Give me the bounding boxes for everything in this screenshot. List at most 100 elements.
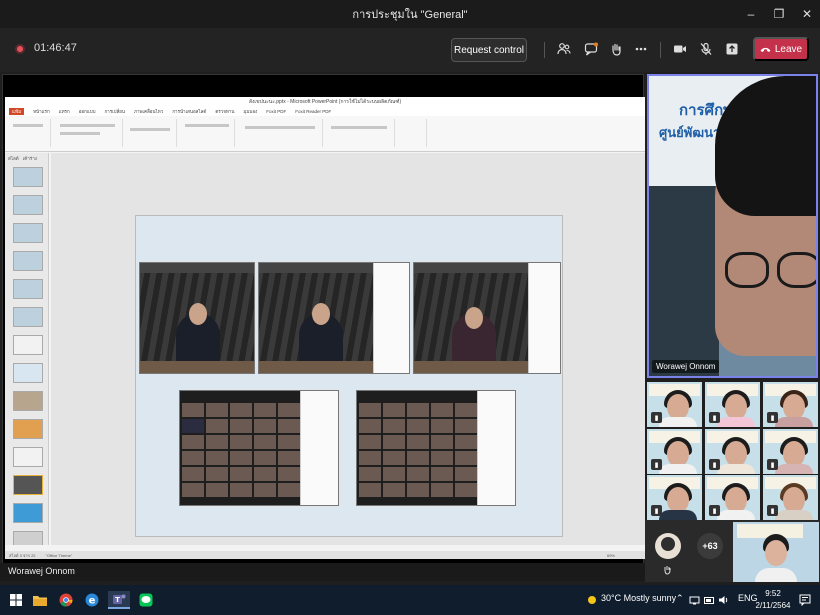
window-controls: – ❐ ✕	[744, 0, 814, 28]
battery-icon[interactable]	[703, 591, 715, 609]
slide-thumbnail	[13, 391, 43, 411]
system-clock[interactable]: 9:52 2/11/2564	[752, 588, 794, 612]
ribbon-control	[245, 126, 315, 129]
meeting-toolbar: 01:46:47 Request control Leave	[0, 28, 820, 72]
pin-icon: ▮	[767, 459, 778, 470]
ppt-tab: Foxit Reader PDF	[295, 109, 332, 114]
ppt-tab: ออกแบบ	[78, 109, 96, 114]
thumbnail-tabs: สไลด์ เค้าร่าง	[5, 153, 48, 163]
ppt-tab: ภาพเคลื่อนไหว	[134, 109, 164, 114]
notification-icon[interactable]	[798, 591, 812, 609]
slide-photo	[179, 390, 339, 506]
more-participants-badge[interactable]: +63	[697, 533, 723, 559]
ribbon-control	[331, 126, 387, 129]
teams-icon[interactable]: T	[108, 591, 130, 609]
slide-thumbnail	[13, 223, 43, 243]
presenter-name-bar: Worawej Onnom	[0, 563, 646, 581]
participant-tile[interactable]	[733, 522, 819, 582]
ppt-tab: หน้าแรก	[33, 109, 50, 114]
start-menu-icon[interactable]	[8, 591, 24, 609]
minimize-icon[interactable]: –	[744, 7, 758, 21]
pin-icon: ▮	[767, 505, 778, 516]
recording-icon	[15, 44, 25, 54]
participant-tile[interactable]: ▮	[705, 429, 760, 474]
ppt-tab: มุมมอง	[243, 109, 258, 114]
slide-edit-area	[51, 153, 645, 545]
participant-tile[interactable]: ▮	[763, 429, 818, 474]
background-panel	[649, 186, 719, 376]
toolbar-divider	[544, 42, 545, 58]
ppt-title-bar: สังเขปนะนะ.pptx - Microsoft PowerPoint (…	[5, 97, 645, 107]
close-icon[interactable]: ✕	[800, 7, 814, 21]
chat-icon[interactable]	[582, 40, 600, 58]
slide-thumbnails-pane: สไลด์ เค้าร่าง	[5, 153, 49, 545]
slide-thumbnail	[13, 335, 43, 355]
raise-hand-icon[interactable]	[607, 40, 625, 58]
mic-off-icon[interactable]	[697, 40, 715, 58]
ppt-file-title: สังเขปนะนะ.pptx - Microsoft PowerPoint (…	[248, 99, 402, 105]
slide-thumbnail	[13, 531, 43, 545]
pin-icon: ▮	[651, 412, 662, 423]
participant-tile[interactable]: ▮	[647, 429, 702, 474]
ppt-tab: ตรวจทาน	[215, 109, 235, 114]
request-control-button[interactable]: Request control	[451, 38, 527, 62]
windows-taskbar: e T 30°C Mostly sunny ⌃ ENG 9:52 2/11/25…	[0, 585, 820, 615]
participant-tile[interactable]: ▮	[705, 475, 760, 520]
shared-screen[interactable]: สังเขปนะนะ.pptx - Microsoft PowerPoint (…	[2, 74, 645, 564]
leave-button[interactable]: Leave	[753, 37, 809, 61]
ribbon-control	[130, 128, 170, 131]
ribbon-group	[125, 119, 177, 147]
glasses-icon	[777, 252, 816, 288]
slide-thumbnail	[13, 195, 43, 215]
file-explorer-icon[interactable]	[32, 591, 48, 609]
weather-sun-icon[interactable]	[585, 591, 599, 609]
participant-tile[interactable]: ▮	[647, 475, 702, 520]
ppt-tab: แทรก	[58, 109, 70, 114]
weather-text[interactable]: 30°C Mostly sunny	[601, 593, 676, 603]
theme-name: "Office Theme"	[45, 552, 73, 558]
slide-thumbnail	[13, 419, 43, 439]
clock-time: 9:52	[765, 589, 781, 598]
participant-tile[interactable]: ▮	[763, 382, 818, 427]
current-slide	[135, 215, 563, 537]
slide-thumbnail	[13, 279, 43, 299]
line-app-icon[interactable]	[138, 591, 154, 609]
maximize-icon[interactable]: ❐	[772, 7, 786, 21]
edge-icon[interactable]: e	[84, 591, 100, 609]
ribbon-group	[325, 119, 395, 147]
ppt-status-bar: สไลด์ 3 จาก 22 "Office Theme" 69%	[5, 551, 645, 559]
slide-photo	[356, 390, 516, 506]
pin-icon: ▮	[709, 505, 720, 516]
phone-hangup-icon	[760, 47, 771, 52]
pin-icon: ▮	[709, 412, 720, 423]
ribbon-control	[60, 132, 100, 135]
slide-photo	[413, 262, 561, 374]
participant-tile[interactable]: ▮	[705, 382, 760, 427]
chrome-icon[interactable]	[58, 591, 74, 609]
ribbon-group	[397, 119, 427, 147]
people-icon[interactable]	[555, 40, 573, 58]
more-icon[interactable]	[632, 40, 650, 58]
slide-counter: สไลด์ 3 จาก 22	[9, 552, 36, 558]
pin-icon: ▮	[709, 459, 720, 470]
participant-avatar[interactable]	[655, 533, 681, 559]
ppt-ribbon-tabs: แฟ้ม หน้าแรก แทรก ออกแบบ การเปลี่ยน ภาพเ…	[5, 107, 645, 116]
participant-tile[interactable]: ▮	[647, 382, 702, 427]
thumb-tab-outline: เค้าร่าง	[22, 155, 37, 161]
volume-icon[interactable]	[717, 591, 729, 609]
ppt-tab: การเปลี่ยน	[104, 109, 125, 114]
glasses-icon	[725, 252, 769, 288]
thumb-tab-slides: สไลด์	[8, 155, 19, 161]
participant-tile[interactable]: ▮	[763, 475, 818, 520]
camera-icon[interactable]	[671, 40, 689, 58]
speaker-video-tile[interactable]: การศึกษาดู ศูนย์พัฒนาทุนมนุ Worawej Onno…	[647, 74, 818, 378]
pin-icon: ▮	[651, 505, 662, 516]
window-title: การประชุมใน "General"	[352, 9, 468, 21]
tray-chevron-icon[interactable]: ⌃	[676, 593, 684, 604]
slide-thumbnail	[13, 475, 43, 495]
network-icon[interactable]	[688, 591, 700, 609]
hand-raise-icon	[664, 566, 671, 575]
share-screen-icon[interactable]	[723, 40, 741, 58]
ribbon-group	[237, 119, 323, 147]
ppt-tab: Foxit PDF	[266, 109, 287, 114]
